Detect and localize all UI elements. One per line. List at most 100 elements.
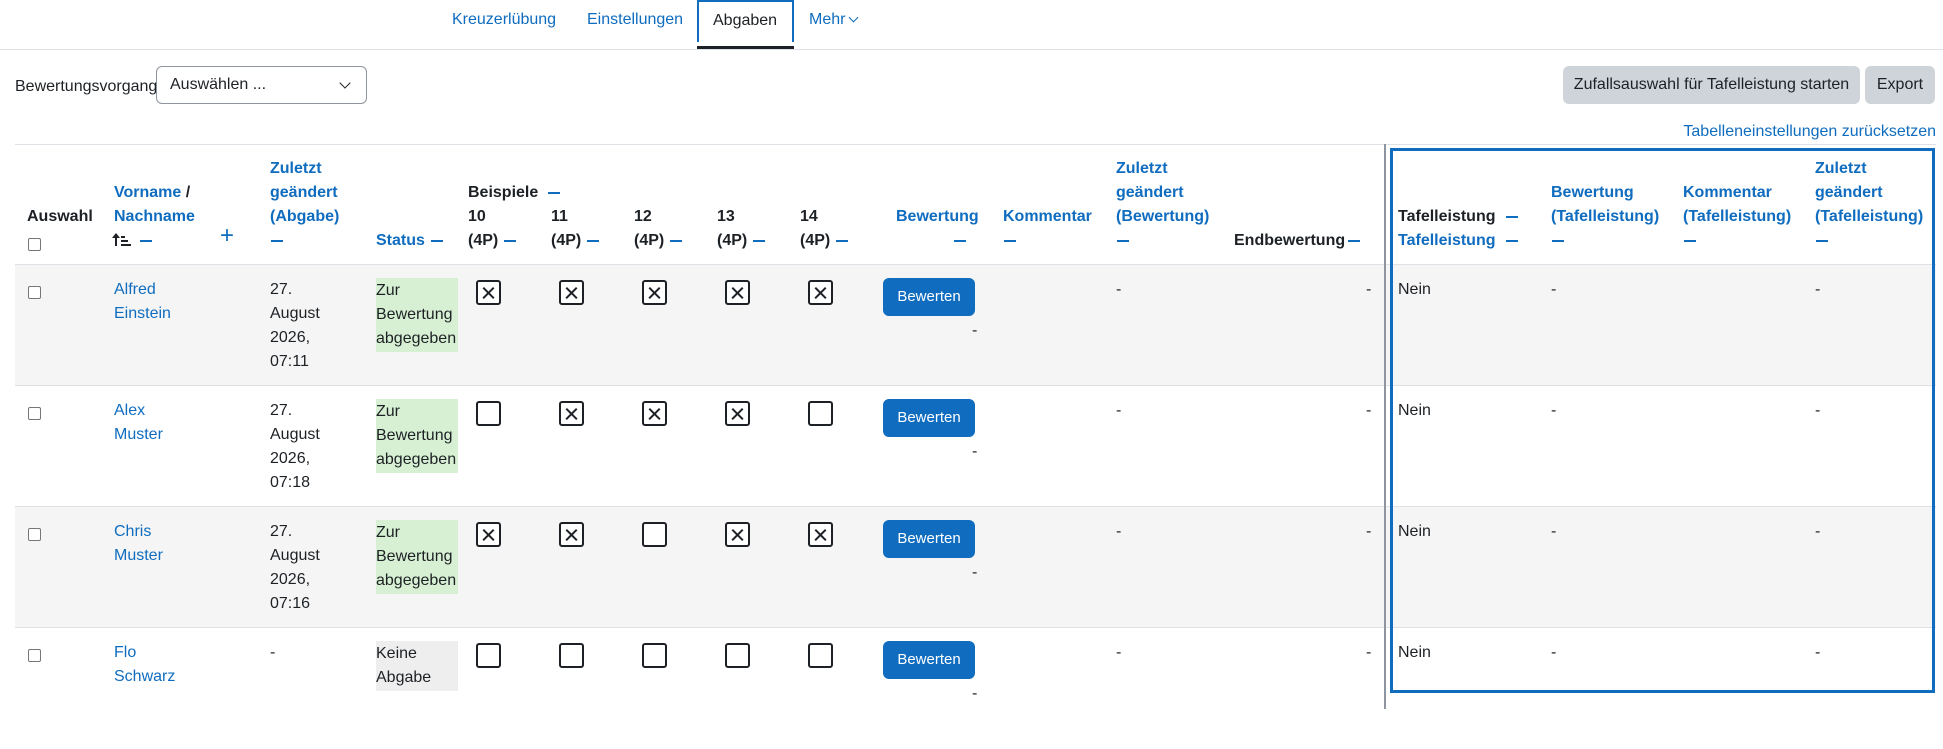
- grade-value: -: [972, 322, 978, 339]
- tab-kreuzerluebung[interactable]: Kreuzerlübung: [452, 0, 556, 46]
- export-button[interactable]: Export: [1865, 66, 1935, 104]
- exercise-checkbox-10[interactable]: [476, 401, 501, 426]
- collapse-column-icon[interactable]: [1348, 239, 1361, 242]
- header-bewertung[interactable]: Bewertung: [896, 205, 979, 253]
- reset-table-settings-link[interactable]: Tabelleneinstellungen zurücksetzen: [1683, 123, 1936, 141]
- sort-bewertung-link[interactable]: Bewertung: [896, 208, 979, 225]
- bewertungsvorgang-select[interactable]: Auswählen ...: [156, 66, 367, 104]
- exercise-points: (4P): [468, 232, 499, 249]
- exercise-points: (4P): [634, 232, 665, 249]
- row-select-checkbox[interactable]: [28, 286, 41, 299]
- header-kommentar-tafel[interactable]: Kommentar (Tafelleistung): [1683, 181, 1791, 253]
- collapse-column-icon[interactable]: [140, 239, 152, 242]
- exercise-checkbox-14[interactable]: [808, 643, 833, 668]
- header-kommentar[interactable]: Kommentar: [1003, 205, 1092, 253]
- sort-ascending-icon: [112, 232, 134, 249]
- student-lastname-link[interactable]: Einstein: [114, 305, 171, 322]
- tab-mehr[interactable]: Mehr: [809, 0, 859, 46]
- header-bewertung-tafel[interactable]: Bewertung (Tafelleistung): [1551, 181, 1659, 253]
- collapse-column-icon[interactable]: [1004, 239, 1016, 242]
- row-select-checkbox[interactable]: [28, 528, 41, 541]
- student-firstname-link[interactable]: Chris: [114, 523, 151, 540]
- collapse-column-icon[interactable]: [753, 239, 766, 242]
- collapse-column-icon[interactable]: [504, 239, 517, 242]
- exercise-checkbox-13[interactable]: [725, 522, 750, 547]
- sort-bar-long: [121, 243, 131, 246]
- student-firstname-link[interactable]: Alfred: [114, 281, 156, 298]
- status-badge: Zur Bewertung abgegeben: [376, 520, 458, 594]
- exercise-checkbox-13[interactable]: [725, 280, 750, 305]
- exercise-checkbox-12[interactable]: [642, 643, 667, 668]
- tab-abgaben[interactable]: Abgaben: [697, 0, 794, 42]
- select-value: Auswählen ...: [170, 76, 267, 93]
- student-lastname-link[interactable]: Muster: [114, 426, 163, 443]
- collapse-column-icon[interactable]: [430, 239, 443, 242]
- status-line: Bewertung: [376, 427, 453, 444]
- exercise-checkbox-10[interactable]: [476, 643, 501, 668]
- collapse-column-icon[interactable]: [1816, 239, 1828, 242]
- grade-button[interactable]: Bewerten: [883, 399, 975, 437]
- header-line: (Bewertung): [1116, 208, 1210, 225]
- expand-column-plus-icon[interactable]: +: [220, 224, 234, 248]
- random-tafelleistung-button[interactable]: Zufallsauswahl für Tafelleistung starten: [1563, 66, 1860, 104]
- exercise-checkbox-12[interactable]: [642, 401, 667, 426]
- collapse-column-icon[interactable]: [1117, 239, 1129, 242]
- student-firstname-link[interactable]: Flo: [114, 644, 136, 661]
- collapse-column-icon[interactable]: [548, 191, 561, 194]
- collapse-column-icon[interactable]: [1505, 239, 1518, 242]
- grade-button[interactable]: Bewerten: [883, 278, 975, 316]
- exercise-checkbox-11[interactable]: [559, 643, 584, 668]
- collapse-column-icon[interactable]: [587, 239, 600, 242]
- status-line: Abgabe: [376, 669, 432, 686]
- sort-vorname-link[interactable]: Vorname: [114, 184, 181, 201]
- date-line: 07:16: [270, 595, 311, 612]
- exercise-checkbox-13[interactable]: [725, 643, 750, 668]
- exercise-checkbox-11[interactable]: [559, 522, 584, 547]
- tab-einstellungen[interactable]: Einstellungen: [587, 0, 683, 46]
- exercise-checkbox-12[interactable]: [642, 522, 667, 547]
- header-exercise-12: 12 (4P): [634, 205, 683, 253]
- header-zuletzt-tafel[interactable]: Zuletzt geändert (Tafelleistung): [1815, 157, 1923, 253]
- last-modified-grade: -: [1116, 281, 1122, 298]
- exercise-points: (4P): [800, 232, 831, 249]
- sort-status-link[interactable]: Status: [376, 232, 425, 249]
- sort-nachname-link[interactable]: Nachname: [114, 208, 195, 225]
- date-line: August: [270, 305, 320, 322]
- collapse-column-icon[interactable]: [1505, 215, 1518, 218]
- student-lastname-link[interactable]: Schwarz: [114, 668, 175, 685]
- exercise-checkbox-14[interactable]: [808, 401, 833, 426]
- exercise-checkbox-10[interactable]: [476, 522, 501, 547]
- exercise-checkbox-14[interactable]: [808, 280, 833, 305]
- date-line: August: [270, 547, 320, 564]
- exercise-checkbox-13[interactable]: [725, 401, 750, 426]
- exercise-checkbox-14[interactable]: [808, 522, 833, 547]
- collapse-column-icon[interactable]: [836, 239, 849, 242]
- header-zuletzt-bewertung[interactable]: Zuletzt geändert (Bewertung): [1116, 157, 1209, 253]
- collapse-column-icon[interactable]: [1552, 239, 1564, 242]
- row-select-checkbox[interactable]: [28, 407, 41, 420]
- grade-value: -: [972, 564, 978, 581]
- collapse-column-icon[interactable]: [670, 239, 683, 242]
- collapse-column-icon[interactable]: [271, 239, 283, 242]
- collapse-column-icon[interactable]: [954, 239, 966, 242]
- exercise-checkbox-11[interactable]: [559, 280, 584, 305]
- student-firstname-link[interactable]: Alex: [114, 402, 145, 419]
- exercise-checkbox-10[interactable]: [476, 280, 501, 305]
- select-all-checkbox[interactable]: [28, 238, 41, 251]
- exercise-number: 10: [468, 208, 486, 225]
- exercise-checkbox-12[interactable]: [642, 280, 667, 305]
- tafel-modified-value: -: [1815, 644, 1821, 661]
- tafelleistung-value: Nein: [1398, 281, 1431, 298]
- exercise-checkbox-11[interactable]: [559, 401, 584, 426]
- grade-button[interactable]: Bewerten: [883, 641, 975, 679]
- student-lastname-link[interactable]: Muster: [114, 547, 163, 564]
- collapse-column-icon[interactable]: [1684, 239, 1696, 242]
- header-status[interactable]: Status: [376, 229, 443, 253]
- header-zuletzt-abgabe[interactable]: Zuletzt geändert (Abgabe): [270, 157, 339, 253]
- header-line: (Tafelleistung): [1551, 208, 1660, 225]
- grade-button[interactable]: Bewerten: [883, 520, 975, 558]
- header-line: geändert: [270, 184, 338, 201]
- exercise-number: 11: [551, 208, 568, 225]
- sort-tafelleistung-link[interactable]: Tafelleistung: [1398, 232, 1496, 249]
- row-select-checkbox[interactable]: [28, 649, 41, 662]
